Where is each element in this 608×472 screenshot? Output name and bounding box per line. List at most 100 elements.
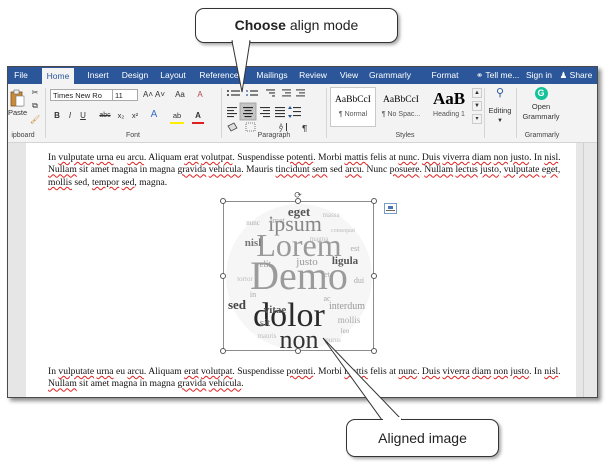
bullets-icon[interactable] [227, 90, 240, 96]
format-painter-icon[interactable]: 🖌 [30, 114, 40, 126]
sign-in-link[interactable]: Sign in [524, 67, 554, 84]
style-name: ¶ Normal [338, 111, 368, 118]
rotate-handle-icon[interactable]: ⟳ [293, 190, 303, 200]
sort-icon[interactable]: AZ [279, 123, 287, 132]
grow-font-button[interactable]: A˄ [142, 89, 154, 101]
vertical-scrollbar[interactable] [583, 143, 597, 397]
underline-button[interactable]: U [78, 110, 88, 122]
misspelled-word: justo [510, 366, 530, 377]
share-button[interactable]: ♟ Share [557, 67, 595, 84]
misspelled-word: sed [121, 176, 135, 188]
resize-handle-left[interactable] [220, 273, 226, 279]
tab-format[interactable]: Format [426, 67, 464, 84]
style-name: ¶ No Spac... [381, 111, 421, 118]
editing-label: Editing [488, 106, 512, 115]
align-center-button-highlight[interactable] [239, 102, 257, 121]
tab-grammarly[interactable]: Grammarly [366, 67, 414, 84]
paragraph-group-label: Paragraph [257, 132, 291, 139]
misspelled-word: volutpat [200, 366, 233, 377]
tab-layout[interactable]: Layout [156, 67, 190, 84]
tell-me-box[interactable]: ⚭ Tell me... [476, 67, 526, 84]
style-normal[interactable]: AaBbCcI ¶ Normal [330, 87, 376, 127]
selection-border [223, 201, 374, 351]
align-left-icon[interactable] [227, 107, 237, 118]
style-no-spacing[interactable]: AaBbCcI ¶ No Spac... [378, 87, 424, 127]
cut-icon[interactable]: ✂ [30, 87, 40, 99]
styles-scroll-down-icon[interactable]: ▼ [472, 101, 482, 111]
open-grammarly-label-1: Open [531, 102, 551, 111]
resize-handle-top-right[interactable] [371, 198, 377, 204]
text-run: sed, [72, 176, 92, 188]
bold-button[interactable]: B [52, 110, 62, 122]
resize-handle-top-left[interactable] [220, 198, 226, 204]
text-run: felis at [367, 366, 399, 377]
numbering-icon[interactable] [246, 90, 258, 96]
text-run: . Aliquam [143, 366, 185, 377]
font-color-button[interactable]: A [192, 110, 204, 124]
styles-scroll-up-icon[interactable]: ▲ [472, 88, 482, 98]
misspelled-word: viverra [442, 152, 470, 163]
share-label: Share [569, 70, 593, 80]
styles-more-icon[interactable]: ▾ [472, 114, 482, 124]
grammarly-group-label: Grammarly [524, 132, 560, 139]
borders-icon[interactable] [245, 122, 256, 132]
tab-view[interactable]: View [334, 67, 364, 84]
misspelled-word: Nullam [48, 378, 77, 390]
open-grammarly-button[interactable]: G Open Grammarly [518, 87, 564, 122]
font-size-combo[interactable]: 11 [112, 89, 138, 101]
decrease-indent-icon[interactable] [282, 89, 291, 97]
text-effects-button[interactable]: A [148, 109, 160, 121]
tab-mailings[interactable]: Mailings [252, 67, 292, 84]
paste-label: Paste [8, 108, 28, 117]
person-icon: ♟ [559, 70, 568, 80]
shrink-font-button[interactable]: A˅ [154, 89, 166, 101]
shading-icon[interactable] [227, 122, 238, 132]
italic-button[interactable]: I [65, 110, 75, 122]
tab-home[interactable]: Home [42, 68, 74, 84]
resize-handle-bottom-right[interactable] [371, 348, 377, 354]
paste-button[interactable]: Paste [8, 89, 28, 129]
line-spacing-icon[interactable] [288, 106, 301, 118]
text-run: felis at [367, 152, 399, 163]
strikethrough-button[interactable]: abc [97, 110, 113, 122]
show-marks-icon[interactable]: ¶ [302, 124, 307, 132]
document-page[interactable]: In vulputate urna eu arcu. Aliquam erat … [26, 143, 576, 397]
editing-button[interactable]: ⚲ Editing ▼ [486, 87, 514, 125]
text-run: In [48, 366, 59, 377]
subscript-button[interactable]: x₂ [115, 110, 127, 122]
group-separator [484, 88, 485, 138]
text-run: . Morbi [313, 152, 345, 163]
font-name-combo[interactable]: Times New Ro [50, 89, 113, 101]
ribbon-tab-bar: File Home Insert Design Layout Reference… [8, 67, 597, 84]
clear-formatting-button[interactable]: A [194, 89, 206, 101]
group-separator [516, 88, 517, 138]
text-run: , magna. [134, 176, 168, 188]
resize-handle-bottom-left[interactable] [220, 348, 226, 354]
align-right-icon[interactable] [260, 107, 270, 118]
style-heading-1[interactable]: AaB Heading 1 [426, 87, 472, 127]
word-cloud-image[interactable]: eget ipsum Lorem Demo dolor non nisl justo ligul… [220, 190, 377, 354]
tab-insert[interactable]: Insert [81, 67, 115, 84]
resize-handle-right[interactable] [371, 273, 377, 279]
misspelled-word: erat [184, 366, 199, 377]
copy-icon[interactable]: ⧉ [30, 100, 40, 112]
layout-options-icon[interactable] [384, 203, 397, 214]
tab-file[interactable]: File [8, 67, 34, 84]
text-run: sit amet magna in magna [76, 378, 178, 390]
paragraph-bottom[interactable]: In vulputate urna eu arcu. Aliquam erat … [48, 366, 568, 391]
paragraph-top[interactable]: In vulputate urna eu arcu. Aliquam erat … [48, 152, 568, 189]
superscript-button[interactable]: x² [129, 110, 141, 122]
tab-design[interactable]: Design [118, 67, 152, 84]
text-run: sed [327, 164, 346, 176]
tab-review[interactable]: Review [296, 67, 330, 84]
tab-references[interactable]: Reference [196, 67, 242, 84]
misspelled-word: arcu [345, 164, 362, 176]
font-color-label: A [195, 111, 201, 120]
text-run: . Morbi [313, 366, 345, 377]
justify-icon[interactable] [275, 107, 285, 118]
increase-indent-icon[interactable] [296, 89, 305, 97]
change-case-button[interactable]: Aa [172, 89, 188, 101]
highlight-button[interactable]: ab [170, 110, 184, 124]
multilevel-list-icon[interactable] [266, 89, 275, 97]
resize-handle-bottom[interactable] [295, 348, 301, 354]
